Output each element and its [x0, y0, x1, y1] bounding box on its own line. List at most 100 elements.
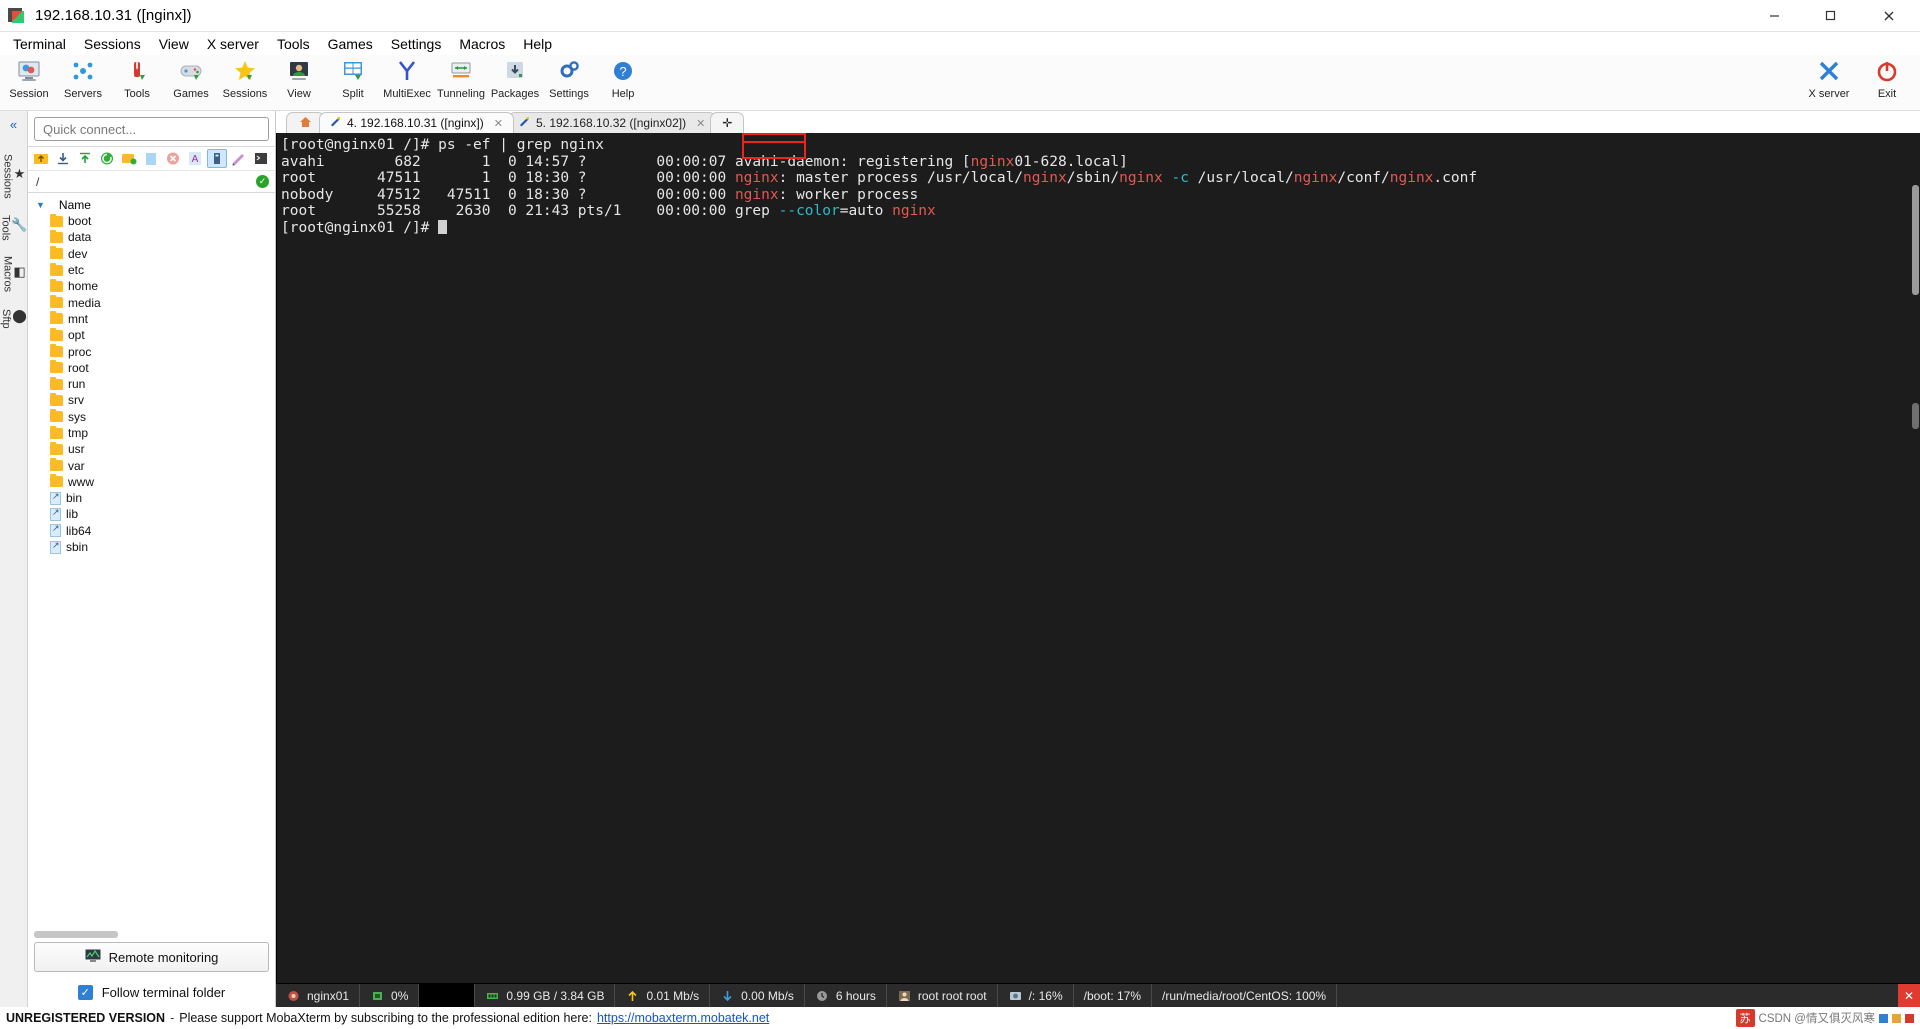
close-status-icon[interactable]: ✕ [1898, 984, 1920, 1007]
collapse-sidebar-button[interactable]: « [10, 117, 17, 132]
follow-terminal-folder-checkbox[interactable]: ✓ [77, 984, 93, 1000]
status-graph[interactable] [419, 984, 476, 1007]
ribbon-packages-button[interactable]: Packages [488, 55, 542, 100]
binary-mode-icon[interactable] [207, 149, 227, 168]
quick-connect-input[interactable]: Quick connect... [34, 117, 269, 141]
ribbon-split-button[interactable]: Split [326, 55, 380, 100]
ribbon-settings-button[interactable]: Settings [542, 55, 596, 100]
terminal-text: -c [1171, 170, 1189, 187]
sidebar-tab-macros[interactable]: ◧ Macros [1, 246, 25, 298]
list-item[interactable]: run [28, 376, 275, 392]
status-disk-root[interactable]: /: 16% [998, 984, 1074, 1007]
ribbon-multiexec-button[interactable]: MultiExec [380, 55, 434, 100]
ribbon-xserver-button[interactable]: X server [1800, 55, 1858, 100]
download-icon[interactable] [53, 149, 73, 168]
sidebar-tab-sessions[interactable]: ★ Sessions [2, 144, 26, 205]
upload-parent-folder-icon[interactable] [31, 149, 51, 168]
status-memory[interactable]: 0.99 GB / 3.84 GB [475, 984, 616, 1007]
status-uptime[interactable]: 6 hours [805, 984, 887, 1007]
list-item[interactable]: bin [28, 490, 275, 506]
sidebar-tab-sftp[interactable]: ⬤ Sftp [0, 298, 27, 334]
text-mode-icon[interactable]: A [185, 149, 205, 168]
footer-link[interactable]: https://mobaxterm.mobatek.net [597, 1011, 769, 1025]
upload-icon[interactable] [75, 149, 95, 168]
ribbon-tunneling-button[interactable]: Tunneling [434, 55, 488, 100]
ribbon-session-button[interactable]: Session [2, 55, 56, 100]
list-item[interactable]: var [28, 457, 275, 473]
new-folder-icon[interactable] [119, 149, 139, 168]
status-users[interactable]: root root root [887, 984, 998, 1007]
status-disk-media[interactable]: /run/media/root/CentOS: 100% [1152, 984, 1338, 1007]
terminal-output[interactable]: [root@nginx01 /]# ps -ef | grep nginx ava… [276, 133, 1920, 983]
status-disk-boot[interactable]: /boot: 17% [1074, 984, 1152, 1007]
status-cpu[interactable]: 0% [360, 984, 420, 1007]
list-item[interactable]: proc [28, 343, 275, 359]
list-item[interactable]: tmp [28, 425, 275, 441]
menu-x-server[interactable]: X server [198, 33, 268, 55]
close-button[interactable] [1858, 0, 1920, 31]
ribbon-tools-button[interactable]: Tools [110, 55, 164, 100]
edit-icon[interactable] [229, 149, 249, 168]
list-item[interactable]: sbin [28, 539, 275, 555]
minimize-button[interactable] [1746, 0, 1802, 31]
menu-view[interactable]: View [150, 33, 198, 55]
follow-terminal-folder-row[interactable]: ✓ Follow terminal folder [28, 977, 275, 1007]
sftp-path-bar[interactable]: / ✓ [28, 171, 275, 193]
menu-macros[interactable]: Macros [450, 33, 514, 55]
new-file-icon[interactable] [141, 149, 161, 168]
list-item[interactable]: home [28, 278, 275, 294]
list-item[interactable]: sys [28, 409, 275, 425]
list-item[interactable]: media [28, 294, 275, 310]
tab-session-nginx02[interactable]: 5. 192.168.10.32 ([nginx02]) ✕ [507, 112, 717, 133]
menu-games[interactable]: Games [319, 33, 382, 55]
menu-sessions[interactable]: Sessions [75, 33, 150, 55]
ribbon-sessions-button[interactable]: Sessions [218, 55, 272, 100]
terminal-text: nginx [970, 153, 1015, 170]
close-icon[interactable]: ✕ [494, 117, 503, 130]
list-item[interactable]: www [28, 474, 275, 490]
list-item[interactable]: lib64 [28, 523, 275, 539]
menu-tools[interactable]: Tools [268, 33, 319, 55]
menu-bar: Terminal Sessions View X server Tools Ga… [0, 32, 1920, 55]
new-tab-button[interactable]: ✛ [710, 112, 745, 133]
close-icon[interactable]: ✕ [696, 117, 705, 130]
ribbon-servers-button[interactable]: Servers [56, 55, 110, 100]
tree-horizontal-scrollbar[interactable] [34, 928, 269, 939]
follow-terminal-folder-label: Follow terminal folder [101, 984, 226, 1000]
status-upload[interactable]: 0.01 Mb/s [615, 984, 711, 1007]
refresh-icon[interactable] [97, 149, 117, 168]
list-item[interactable]: lib [28, 506, 275, 522]
tab-session-nginx01[interactable]: 4. 192.168.10.31 ([nginx]) ✕ [319, 112, 514, 133]
title-bar: 192.168.10.31 ([nginx]) [0, 0, 1920, 32]
remote-monitoring-button[interactable]: Remote monitoring [34, 942, 269, 972]
ribbon-exit-button[interactable]: Exit [1858, 55, 1916, 100]
ribbon-games-button[interactable]: Games [164, 55, 218, 100]
list-item[interactable]: srv [28, 392, 275, 408]
menu-terminal[interactable]: Terminal [4, 33, 75, 55]
list-item-label: www [68, 474, 94, 489]
ribbon-view-button[interactable]: View [272, 55, 326, 100]
list-item[interactable]: opt [28, 327, 275, 343]
sftp-file-tree[interactable]: ▼ Name boot data dev etc home media mnt … [28, 193, 275, 928]
tree-column-header[interactable]: ▼ Name [28, 196, 275, 213]
list-item[interactable]: boot [28, 213, 275, 229]
status-hostname[interactable]: nginx01 [276, 984, 361, 1007]
terminal-icon[interactable] [251, 149, 271, 168]
delete-icon[interactable] [163, 149, 183, 168]
terminal-text: ps -ef | grep nginx [438, 137, 605, 153]
list-item[interactable]: etc [28, 262, 275, 278]
list-item-label: tmp [68, 426, 89, 440]
list-item[interactable]: data [28, 229, 275, 245]
list-item[interactable]: dev [28, 246, 275, 262]
clock-icon [815, 989, 830, 1003]
terminal-scrollbar[interactable] [1910, 133, 1920, 983]
list-item[interactable]: mnt [28, 311, 275, 327]
sidebar-tab-tools[interactable]: 🔧 Tools [0, 205, 28, 247]
list-item[interactable]: usr [28, 441, 275, 457]
menu-help[interactable]: Help [514, 33, 561, 55]
ribbon-help-button[interactable]: ? Help [596, 55, 650, 100]
list-item[interactable]: root [28, 360, 275, 376]
status-download[interactable]: 0.00 Mb/s [710, 984, 805, 1007]
menu-settings[interactable]: Settings [382, 33, 451, 55]
maximize-button[interactable] [1802, 0, 1858, 31]
